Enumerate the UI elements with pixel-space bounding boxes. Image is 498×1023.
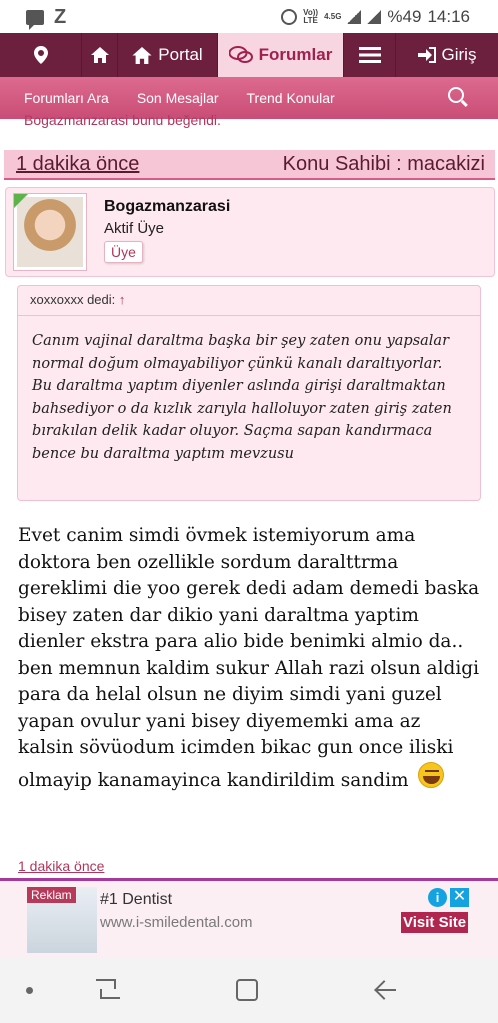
sub-nav-son-mesajlar[interactable]: Son Mesajlar (137, 90, 219, 106)
home-nav-icon[interactable] (236, 979, 258, 1001)
info-icon[interactable]: i (428, 888, 447, 907)
grinning-emoji-icon (418, 761, 445, 788)
sub-nav-forumlari-ara[interactable]: Forumları Ara (24, 90, 109, 106)
ad-label: Reklam (27, 887, 76, 903)
ad-url[interactable]: www.i-smiledental.com (100, 914, 253, 931)
signal-icon (347, 10, 362, 24)
signal-icon-2 (367, 10, 382, 24)
top-nav: Portal Forumlar Giriş (0, 33, 498, 77)
login-button[interactable]: Giriş (396, 33, 498, 77)
quote-jump-arrow[interactable]: ↑ (119, 292, 126, 307)
author-box: Bogazmanzarasi Aktif Üye Üye (5, 187, 495, 277)
ad-banner[interactable]: Reklam #1 Dentist www.i-smiledental.com … (0, 881, 498, 957)
avatar[interactable] (13, 193, 87, 271)
network-type: 4.5G (324, 12, 342, 21)
login-label: Giriş (441, 45, 477, 64)
ad-visit-button[interactable]: Visit Site (401, 912, 469, 933)
home-button[interactable] (82, 33, 118, 77)
sub-nav-trend-konular[interactable]: Trend Konular (247, 90, 335, 106)
system-nav-bar (0, 957, 498, 1023)
sign-in-icon (417, 47, 436, 63)
forumlar-label: Forumlar (258, 45, 333, 64)
quote-block: xoxxoxxx dedi: ↑ Canım vajinal daraltma … (17, 285, 481, 501)
location-button[interactable] (0, 33, 82, 77)
alarm-icon (281, 9, 298, 25)
portal-button[interactable]: Portal (118, 33, 218, 77)
likes-text: Bogazmanzarasi bunu beğendi. (24, 112, 221, 128)
back-icon[interactable] (374, 979, 396, 1001)
post-text: Evet canim simdi övmek istemiyorum ama d… (18, 525, 480, 791)
post-body: Evet canim simdi övmek istemiyorum ama d… (18, 523, 480, 794)
tab-forumlar[interactable]: Forumlar (218, 33, 344, 77)
post-time-link[interactable]: 1 dakika önce (16, 153, 139, 176)
author-name[interactable]: Bogazmanzarasi (104, 198, 230, 216)
online-indicator (14, 194, 28, 208)
nav-dot-icon[interactable] (26, 987, 33, 994)
portal-label: Portal (158, 45, 203, 64)
quote-author: xoxxoxxx dedi: (30, 292, 116, 307)
clock: 14:16 (427, 7, 470, 26)
map-marker-icon (33, 46, 48, 64)
search-icon[interactable] (448, 87, 464, 103)
menu-button[interactable] (344, 33, 396, 77)
ad-title[interactable]: #1 Dentist (100, 891, 172, 909)
hamburger-icon (358, 47, 381, 63)
author-badge: Üye (104, 241, 143, 263)
close-icon[interactable]: ✕ (450, 888, 469, 907)
status-bar: Z Vo)) LTE 4.5G %49 14:16 (0, 0, 498, 33)
home-icon (90, 47, 109, 63)
quote-text: Canım vajinal daraltma başka bir şey zat… (32, 333, 452, 462)
recent-apps-icon[interactable] (96, 979, 120, 1001)
battery-percent: %49 (387, 7, 422, 26)
chat-bubbles-icon (228, 46, 253, 63)
z-app-icon: Z (54, 6, 67, 28)
thread-owner: Konu Sahibi : macakizi (282, 152, 485, 175)
quote-header: xoxxoxxx dedi: ↑ (18, 286, 480, 316)
post-footer-time[interactable]: 1 dakika önce (18, 858, 104, 874)
message-icon (26, 10, 44, 30)
post-header: 1 dakika önce Konu Sahibi : macakizi (4, 150, 495, 180)
home-icon (132, 46, 152, 64)
author-title: Aktif Üye (104, 220, 165, 237)
volte-indicator: Vo)) LTE (303, 8, 319, 25)
